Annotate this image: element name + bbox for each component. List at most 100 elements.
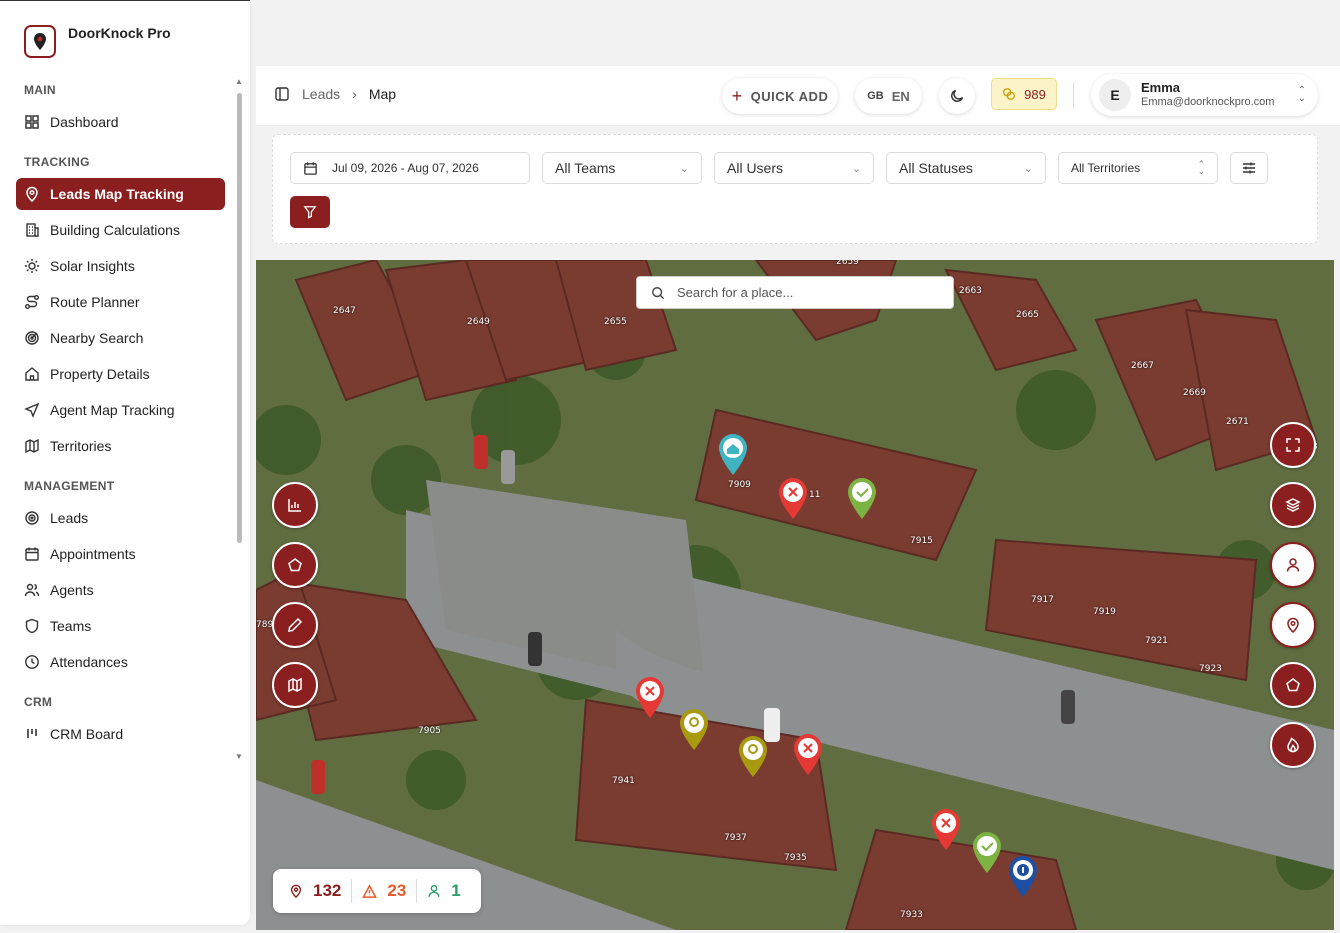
flag-label: GB — [867, 90, 884, 102]
house-number: 11 — [809, 490, 821, 500]
calendar-icon — [25, 547, 39, 561]
sidebar-scroll-thumb[interactable] — [237, 93, 242, 543]
pentagon-icon — [1286, 678, 1300, 692]
map-pin-icon — [290, 884, 302, 898]
language-selector[interactable]: GB EN — [855, 78, 922, 114]
sidebar-item-label: Attendances — [50, 654, 128, 670]
sidebar-item-building-calculations[interactable]: Building Calculations — [16, 214, 225, 246]
sidebar-item-appointments[interactable]: Appointments — [16, 538, 225, 570]
property-pin-icon[interactable] — [717, 432, 749, 476]
breadcrumb-leads[interactable]: Leads — [302, 86, 340, 102]
chevron-down-icon: ⌄ — [679, 162, 689, 175]
divider — [351, 879, 353, 903]
building-icon — [26, 223, 39, 237]
user-icon — [428, 885, 440, 897]
sidebar-toggle-icon[interactable] — [274, 86, 290, 102]
not-interested-pin-icon[interactable] — [634, 675, 666, 719]
territories-select[interactable]: All Territories ⌃ ⌄ — [1058, 152, 1218, 184]
leads-count: 132 — [313, 881, 342, 900]
house-number: 7923 — [1199, 664, 1222, 674]
sidebar-item-label: Teams — [50, 618, 92, 634]
bar-chart-icon — [288, 499, 301, 512]
sidebar-item-leads[interactable]: Leads — [16, 502, 225, 534]
sidebar-item-property-details[interactable]: Property Details — [16, 358, 225, 390]
map-icon — [288, 677, 302, 693]
sidebar-item-label: Nearby Search — [50, 330, 144, 346]
sidebar-item-route-planner[interactable]: Route Planner — [16, 286, 225, 318]
alert-triangle-icon — [362, 883, 378, 898]
not-interested-pin-icon[interactable] — [792, 732, 824, 776]
sidebar-item-teams[interactable]: Teams — [16, 610, 225, 642]
sidebar-item-solar-insights[interactable]: Solar Insights — [16, 250, 225, 282]
house-number: 7909 — [728, 480, 751, 490]
house-number: 2669 — [1183, 388, 1206, 398]
sidebar-item-label: CRM Board — [50, 726, 124, 742]
house-number: 7937 — [724, 833, 747, 843]
layers-button[interactable] — [1270, 482, 1316, 528]
map-stats-bar: 132 23 1 — [273, 869, 481, 913]
scroll-down-icon[interactable]: ▼ — [235, 752, 243, 761]
sidebar-item-attendances[interactable]: Attendances — [16, 646, 225, 678]
follow-up-pin-icon[interactable] — [678, 707, 710, 751]
draw-polygon-button[interactable] — [272, 542, 318, 588]
sidebar-item-agent-map-tracking[interactable]: Agent Map Tracking — [16, 394, 225, 426]
fullscreen-button[interactable] — [1270, 422, 1316, 468]
sidebar-item-agents[interactable]: Agents — [16, 574, 225, 606]
user-menu[interactable]: E Emma Emma@doorknockpro.com ⌃ ⌄ — [1091, 74, 1318, 116]
map-view[interactable]: 2659 2647 2649 2655 2663 2665 2667 2669 … — [256, 260, 1334, 930]
credits-badge[interactable]: 989 — [991, 78, 1057, 110]
brand[interactable]: DoorKnock Pro — [24, 25, 171, 58]
teams-select[interactable]: All Teams ⌄ — [542, 152, 702, 184]
leads-layer-button[interactable] — [1270, 602, 1316, 648]
flame-icon — [1287, 737, 1299, 753]
apply-filter-button[interactable] — [290, 196, 330, 228]
sidebar-item-crm-board[interactable]: CRM Board — [16, 718, 225, 750]
territories-layer-button[interactable] — [1270, 662, 1316, 708]
sidebar-item-label: Route Planner — [50, 294, 140, 310]
users-value: All Users — [727, 160, 784, 176]
radar-icon — [25, 331, 39, 345]
scroll-up-icon[interactable]: ▲ — [235, 77, 243, 86]
analytics-button[interactable] — [272, 482, 318, 528]
date-range-picker[interactable]: Jul 09, 2026 - Aug 07, 2026 — [290, 152, 530, 184]
pencil-icon — [288, 617, 303, 632]
theme-toggle-button[interactable] — [939, 78, 975, 114]
statuses-select[interactable]: All Statuses ⌄ — [886, 152, 1046, 184]
sidebar-item-label: Leads Map Tracking — [50, 186, 184, 202]
credits-count: 989 — [1024, 86, 1046, 102]
interested-pin-icon[interactable] — [846, 476, 878, 520]
follow-up-pin-icon[interactable] — [737, 734, 769, 778]
agents-layer-button[interactable] — [1270, 542, 1316, 588]
territory-map-button[interactable] — [272, 662, 318, 708]
sidebar-item-label: Agent Map Tracking — [50, 402, 175, 418]
not-interested-pin-icon[interactable] — [930, 807, 962, 851]
house-number: 2667 — [1131, 361, 1154, 371]
sidebar-item-territories[interactable]: Territories — [16, 430, 225, 462]
not-interested-pin-icon[interactable] — [777, 476, 809, 520]
sidebar-item-dashboard[interactable]: Dashboard — [16, 106, 225, 138]
place-search[interactable]: Search for a place... — [636, 276, 954, 309]
sidebar-item-leads-map-tracking[interactable]: Leads Map Tracking — [16, 178, 225, 210]
chevron-right-icon: › — [352, 86, 357, 102]
house-number: 2671 — [1226, 417, 1249, 427]
plus-icon: + — [731, 85, 743, 106]
section-crm: CRM — [24, 695, 53, 709]
interested-pin-icon[interactable] — [971, 830, 1003, 874]
alerts-count: 23 — [387, 881, 407, 900]
quick-add-label: QUICK ADD — [750, 88, 829, 104]
route-icon — [25, 295, 39, 309]
agent-location-pin-icon[interactable] — [1007, 854, 1039, 898]
breadcrumb: Leads › Map — [274, 86, 396, 102]
edit-button[interactable] — [272, 602, 318, 648]
sliders-icon — [1243, 162, 1255, 174]
users-select[interactable]: All Users ⌄ — [714, 152, 874, 184]
house-number: 7921 — [1145, 636, 1168, 646]
layers-icon — [1285, 498, 1301, 512]
advanced-filters-button[interactable] — [1230, 152, 1268, 184]
heatmap-button[interactable] — [1270, 722, 1316, 768]
house-number: 7915 — [910, 536, 933, 546]
sidebar-item-label: Building Calculations — [50, 222, 180, 238]
sidebar-item-nearby-search[interactable]: Nearby Search — [16, 322, 225, 354]
quick-add-button[interactable]: + QUICK ADD — [722, 78, 838, 114]
avatar: E — [1099, 79, 1131, 111]
